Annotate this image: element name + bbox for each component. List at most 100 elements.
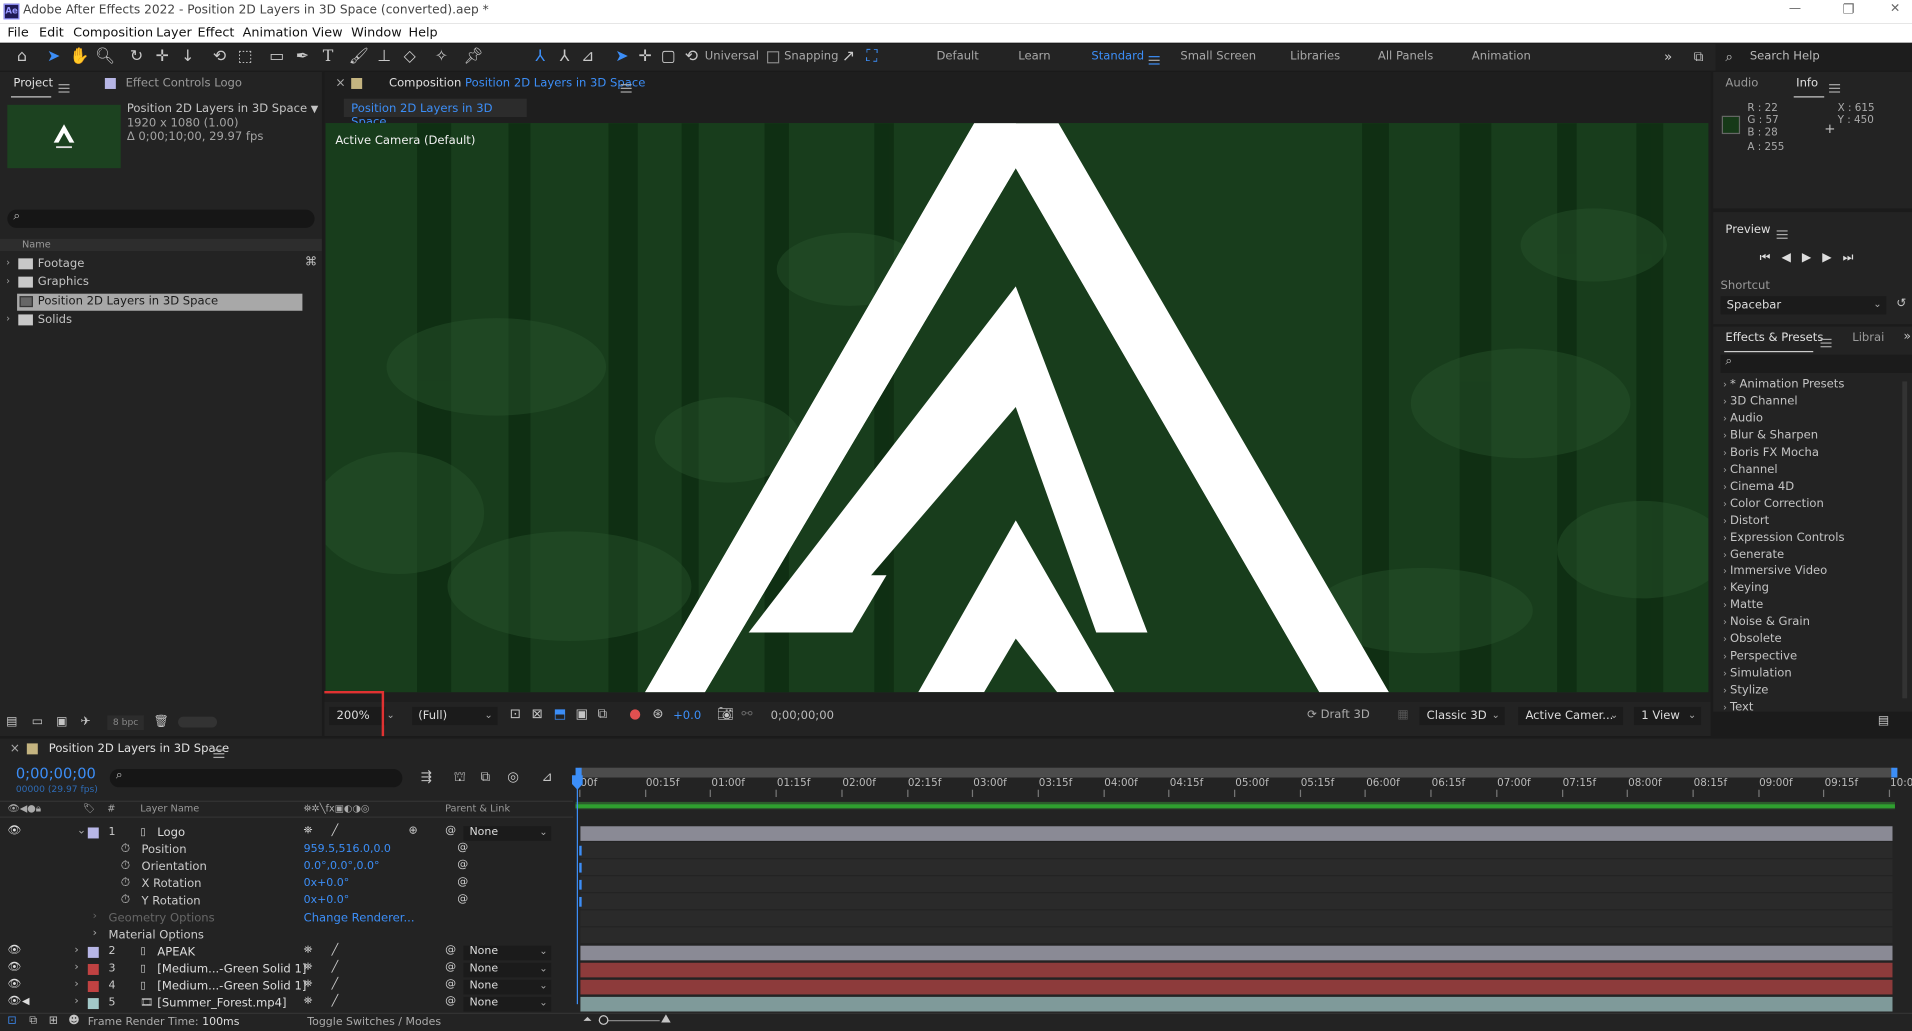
label-color-swatch[interactable] xyxy=(87,963,99,975)
menu-composition[interactable]: Composition xyxy=(73,26,153,41)
flowchart-icon[interactable]: ⌘ xyxy=(305,256,317,269)
workspace-animation[interactable]: Animation xyxy=(1472,50,1531,63)
property-value[interactable]: 0x+0.0° xyxy=(304,877,350,889)
expand-caret-icon[interactable]: › xyxy=(1723,651,1730,662)
effects-category[interactable]: › Channel xyxy=(1723,463,1778,476)
new-folder-icon[interactable]: ▭ xyxy=(32,715,44,728)
parent-link-header[interactable]: Parent & Link xyxy=(445,803,510,814)
camera-view-dropdown[interactable]: Active Camer... ⌄ xyxy=(1518,706,1624,726)
expand-caret-icon[interactable]: › xyxy=(74,996,78,1008)
expand-caret-icon[interactable]: › xyxy=(93,910,97,922)
in-out-icon[interactable]: ⧉ xyxy=(29,1015,37,1027)
menu-view[interactable]: View xyxy=(312,26,342,41)
audio-icon[interactable]: ◀︎ xyxy=(22,996,30,1007)
layer-row[interactable]: 👁︎ › 3 ▯ [Medium...-Green Solid 1] ⛯ ╱ @ None ⌄ xyxy=(0,962,573,979)
draft-3d-timeline-icon[interactable]: ⛫ xyxy=(454,769,466,787)
expand-caret-icon[interactable]: › xyxy=(1723,481,1730,492)
layer-row[interactable]: 👁︎ ◀︎ › 5 🎞︎ [Summer_Forest.mp4] ⛯ ╱ @ None ⌄ xyxy=(0,996,573,1013)
expand-caret-icon[interactable]: › xyxy=(1723,498,1730,509)
chevron-right-icon[interactable]: » xyxy=(1658,48,1678,67)
view-axis-icon[interactable]: ⊿ xyxy=(578,48,598,67)
search-help-box[interactable]: ⌕ Search Help xyxy=(1715,43,1912,71)
expand-caret-icon[interactable]: › xyxy=(1723,583,1730,594)
expand-caret-icon[interactable]: › xyxy=(74,962,78,974)
project-item-selected[interactable]: Position 2D Layers in 3D Space xyxy=(17,293,303,311)
overflow-icon[interactable]: » xyxy=(1903,330,1910,343)
type-tool-icon[interactable]: T xyxy=(318,48,338,67)
render-time-icon[interactable]: ⊡ xyxy=(7,1015,16,1027)
resolution-dropdown[interactable]: (Full) ⌄ xyxy=(412,706,498,726)
property-value[interactable]: 0x+0.0° xyxy=(304,895,350,907)
snapshot-icon[interactable]: 📷︎ xyxy=(717,706,734,722)
effects-scrollbar[interactable] xyxy=(1902,381,1908,699)
layer-name[interactable]: [Medium...-Green Solid 1] xyxy=(157,963,306,976)
snap-mode-icon[interactable]: ↗ xyxy=(839,48,859,67)
rotate-tool-icon[interactable]: ⟲ xyxy=(210,48,230,67)
parent-dropdown[interactable]: None ⌄ xyxy=(463,996,552,1012)
comp-menu-icon[interactable] xyxy=(620,80,632,95)
expand-caret-icon[interactable]: › xyxy=(1723,566,1730,577)
project-item[interactable]: › Solids xyxy=(0,313,322,330)
effects-category[interactable]: › Matte xyxy=(1723,599,1763,612)
graph-editor-icon[interactable]: ⊿ xyxy=(541,769,552,785)
close-button[interactable]: ✕ xyxy=(1890,2,1900,15)
new-bin-icon[interactable]: ▤ xyxy=(1878,714,1890,727)
project-search-input[interactable]: ⌕ xyxy=(7,209,315,228)
layer-duration-bar[interactable] xyxy=(580,979,1893,995)
shortcut-dropdown[interactable]: Spacebar ⌄ xyxy=(1720,296,1887,315)
layer-name-header[interactable]: Layer Name xyxy=(140,803,199,814)
expression-pickwhip-icon[interactable]: @ xyxy=(457,842,468,854)
geometry-options-row[interactable]: › Geometry Options Change Renderer... xyxy=(0,910,573,927)
timeline-tab[interactable]: Position 2D Layers in 3D Space xyxy=(49,742,229,755)
3d-ground-plane-icon[interactable]: ⧉ xyxy=(598,706,608,723)
quality-switch-icon[interactable]: ╱ xyxy=(332,979,339,991)
toggle-switches-button[interactable]: Toggle Switches / Modes xyxy=(307,1016,441,1028)
effects-category[interactable]: › Keying xyxy=(1723,582,1769,595)
expression-pickwhip-icon[interactable]: @ xyxy=(457,859,468,871)
draft-3d-toggle[interactable]: ⟳ Draft 3D xyxy=(1307,708,1370,721)
pen-tool-icon[interactable]: ✒ xyxy=(293,48,313,67)
3d-layer-switch-icon[interactable]: ⊕ xyxy=(408,825,417,837)
workspace-learn[interactable]: Learn xyxy=(1018,50,1050,63)
expand-caret-icon[interactable]: › xyxy=(1723,396,1730,407)
home-icon[interactable]: ⌂ xyxy=(12,48,32,67)
stopwatch-icon[interactable]: ⏱︎ xyxy=(121,842,131,855)
menu-help[interactable]: Help xyxy=(408,26,437,41)
timeline-menu-icon[interactable] xyxy=(213,746,225,761)
close-tab-icon[interactable]: × xyxy=(10,742,20,755)
next-frame-icon[interactable]: ▶ xyxy=(1822,251,1842,264)
quality-switch-icon[interactable]: ╱ xyxy=(332,962,339,974)
effects-category[interactable]: › 3D Channel xyxy=(1723,395,1798,408)
effects-category[interactable]: › Color Correction xyxy=(1723,497,1824,510)
project-item[interactable]: › Graphics xyxy=(0,275,322,292)
play-icon[interactable]: ▶ xyxy=(1802,251,1822,264)
layer-duration-bar[interactable] xyxy=(580,945,1893,961)
current-timecode[interactable]: 0;00;00;00 xyxy=(16,765,96,782)
eye-icon[interactable]: 👁︎ xyxy=(7,944,21,956)
zoom-out-icon[interactable]: ⏶ xyxy=(583,1014,592,1026)
name-column-header[interactable]: Name xyxy=(22,239,51,250)
extended-viewer-icon[interactable]: ▦ xyxy=(1397,708,1409,721)
menu-edit[interactable]: Edit xyxy=(39,26,64,41)
snap-options-icon[interactable]: ⛶ xyxy=(862,48,882,67)
property-value[interactable]: 0.0°,0.0°,0.0° xyxy=(304,860,380,872)
change-renderer-link[interactable]: Change Renderer... xyxy=(304,912,415,925)
dolly-tool-icon[interactable]: ↓ xyxy=(178,48,198,67)
stopwatch-icon[interactable]: ⏱︎ xyxy=(121,876,131,889)
property-row[interactable]: ⏱︎ X Rotation 0x+0.0° @ xyxy=(0,876,573,893)
zoom-tool-icon[interactable]: 🔍︎ xyxy=(95,48,115,67)
color-channel-icon[interactable]: ● xyxy=(629,706,641,722)
parent-dropdown[interactable]: None ⌄ xyxy=(463,945,552,961)
libraries-tab[interactable]: Librai xyxy=(1852,331,1884,344)
show-snapshot-icon[interactable]: ⚯ xyxy=(741,706,752,722)
rectangle-tool-icon[interactable]: ▭ xyxy=(267,48,287,67)
layer-row[interactable]: 👁︎ › 4 ▯ [Medium...-Green Solid 1] ⛯ ╱ @ None ⌄ xyxy=(0,979,573,996)
puppet-pin-icon[interactable]: 📌︎ xyxy=(463,48,483,67)
universal-select-icon[interactable]: ➤ xyxy=(612,48,632,67)
eye-icon[interactable]: 👁︎ xyxy=(7,979,21,991)
layer-duration-bar[interactable] xyxy=(580,826,1893,841)
eye-icon[interactable]: 👁︎ xyxy=(7,996,21,1008)
snapping-checkbox[interactable] xyxy=(766,51,780,64)
effects-category[interactable]: › Stylize xyxy=(1723,684,1768,697)
layer-duration-bar[interactable] xyxy=(580,996,1893,1012)
